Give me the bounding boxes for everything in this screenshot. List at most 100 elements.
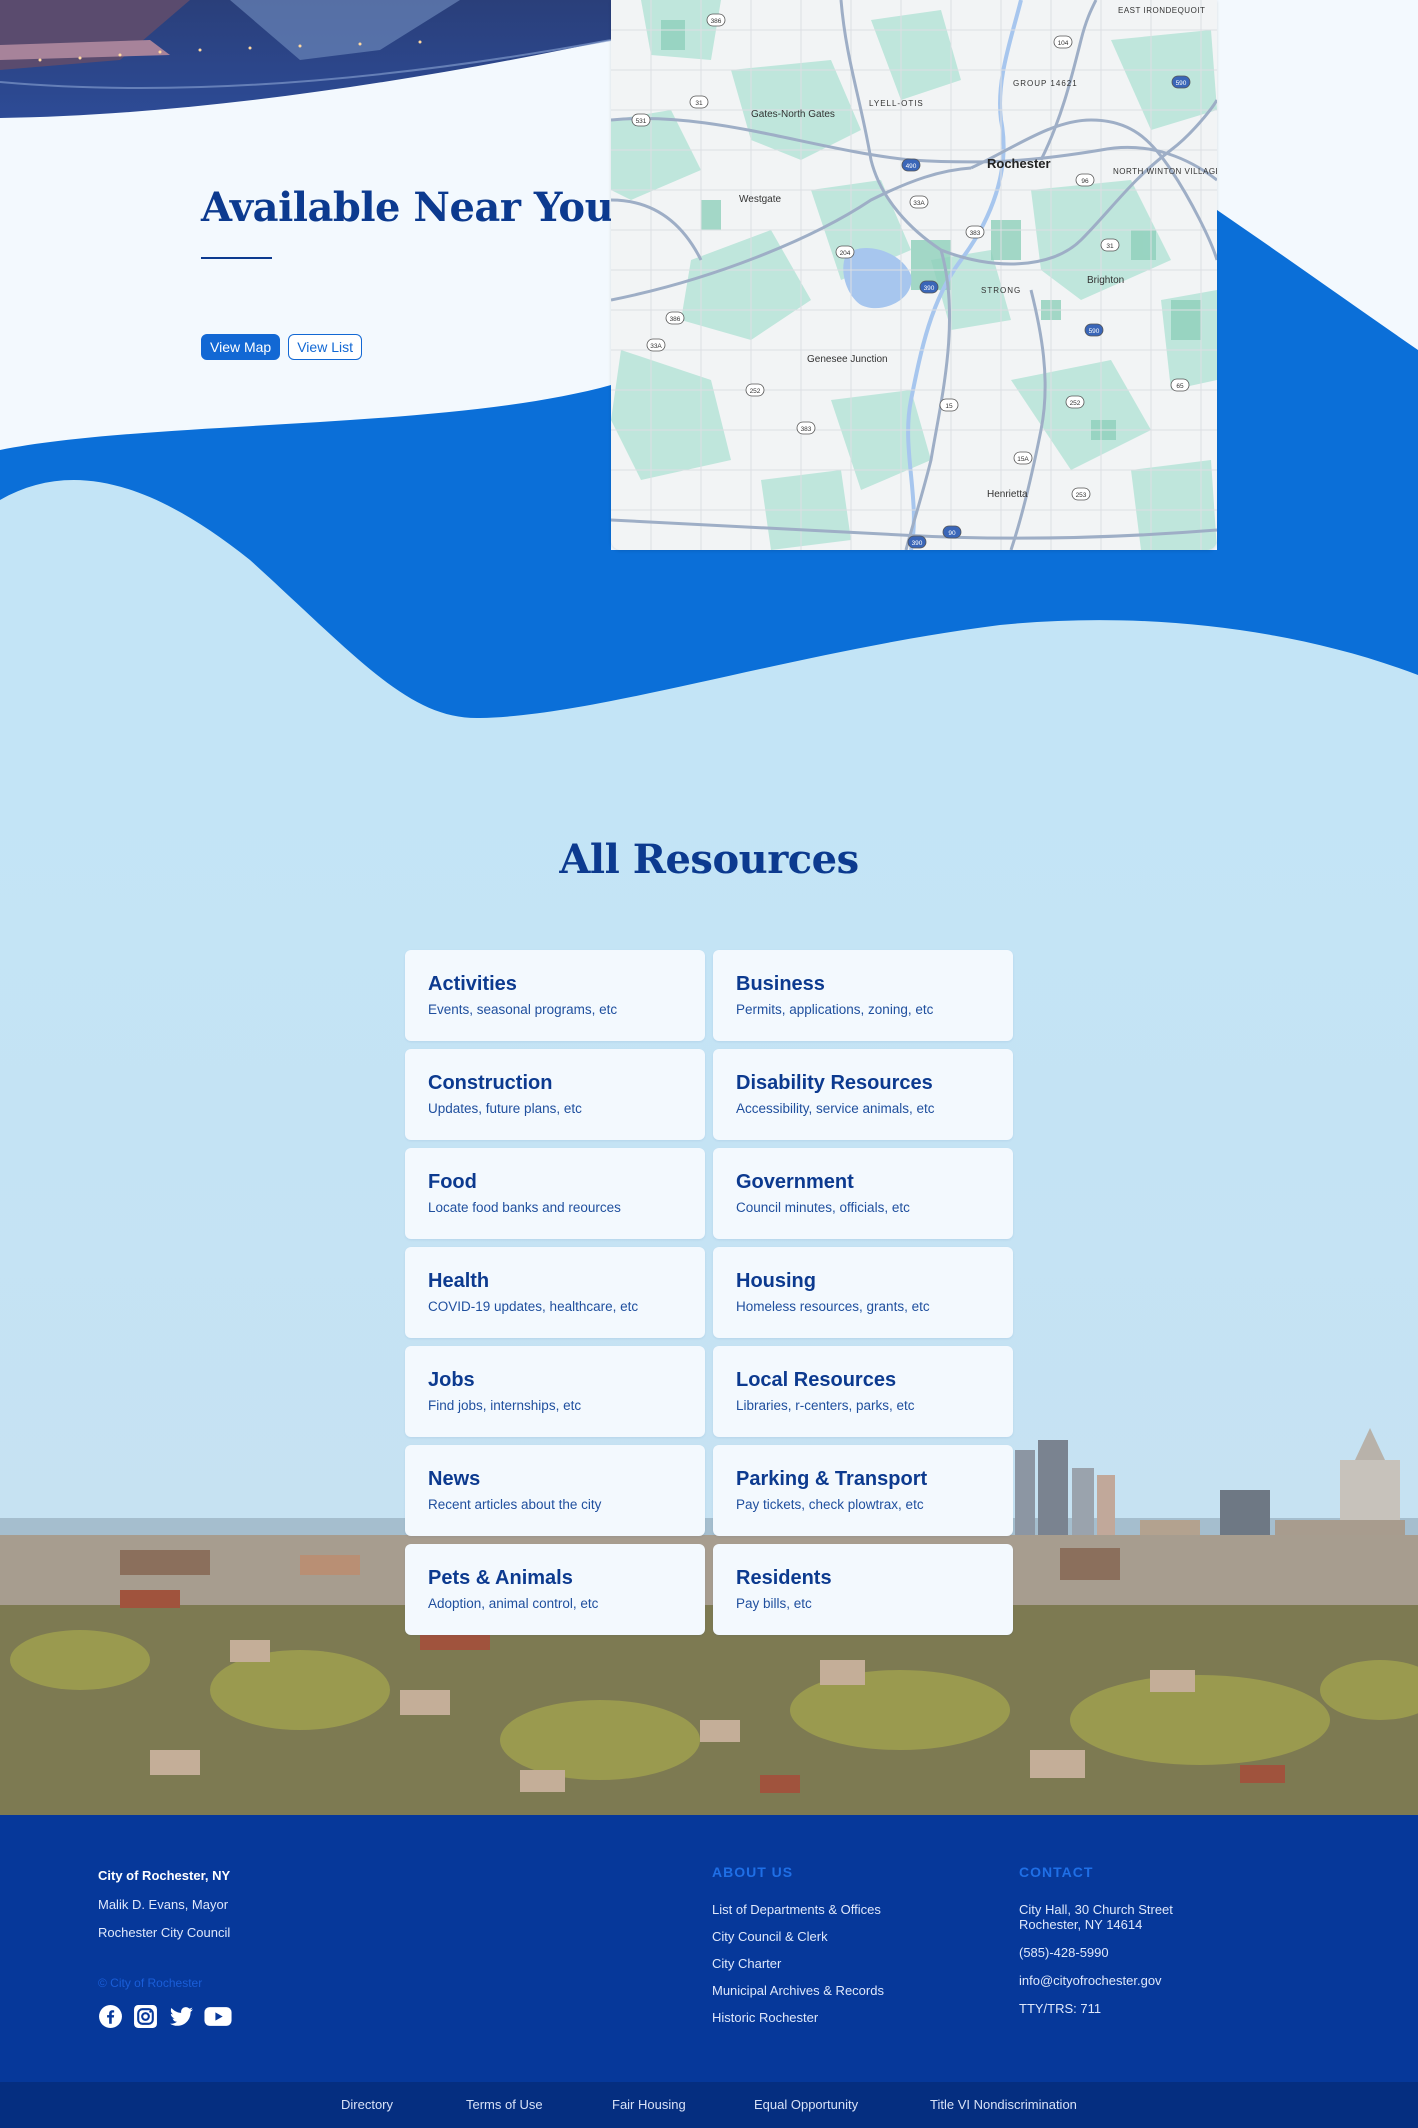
svg-text:65: 65 xyxy=(1176,383,1184,390)
resource-card-title: Disability Resources xyxy=(736,1072,933,1094)
resource-card-description: Accessibility, service animals, etc xyxy=(736,1101,935,1116)
resource-card[interactable]: Business Permits, applications, zoning, e… xyxy=(713,950,1013,1041)
resource-card-description: Council minutes, officials, etc xyxy=(736,1200,910,1215)
route-shield: 390 xyxy=(919,280,939,294)
svg-text:204: 204 xyxy=(840,250,851,257)
legal-link-equal-opportunity[interactable]: Equal Opportunity xyxy=(754,2082,858,2128)
footer-council[interactable]: Rochester City Council xyxy=(98,1925,233,1940)
resource-card[interactable]: Jobs Find jobs, internships, etc xyxy=(405,1346,705,1437)
map-label: EAST IRONDEQUOIT xyxy=(1118,6,1205,15)
legal-link-terms[interactable]: Terms of Use xyxy=(466,2082,543,2128)
resource-card[interactable]: Pets & Animals Adoption, animal control, … xyxy=(405,1544,705,1635)
resource-card[interactable]: Activities Events, seasonal programs, etc xyxy=(405,950,705,1041)
resource-card-title: Pets & Animals xyxy=(428,1567,573,1589)
hero-section: Available Near You View Map View List 38… xyxy=(0,0,1418,760)
route-shield: 104 xyxy=(1053,35,1073,49)
footer-address-line1: City Hall, 30 Church Street xyxy=(1019,1902,1173,1917)
resource-card-description: Adoption, animal control, etc xyxy=(428,1596,599,1611)
resource-card[interactable]: Government Council minutes, officials, et… xyxy=(713,1148,1013,1239)
svg-text:390: 390 xyxy=(912,540,923,547)
footer-about-column: ABOUT US List of Departments & Offices Ci… xyxy=(712,1864,884,2037)
route-shield: 252 xyxy=(1065,395,1085,409)
svg-text:386: 386 xyxy=(711,18,722,25)
map-label: Henrietta xyxy=(987,489,1028,500)
svg-text:252: 252 xyxy=(1070,400,1081,407)
night-bridge-photo xyxy=(0,0,611,118)
svg-text:90: 90 xyxy=(948,530,956,537)
map-label: Genesee Junction xyxy=(807,354,888,365)
route-shield: 31 xyxy=(1100,238,1120,252)
route-shield: 204 xyxy=(835,245,855,259)
route-shield: 96 xyxy=(1075,173,1095,187)
footer-about-heading: ABOUT US xyxy=(712,1864,794,1880)
svg-text:590: 590 xyxy=(1176,80,1187,87)
footer-about-links: List of Departments & Offices City Counci… xyxy=(712,1902,884,2025)
footer-about-link[interactable]: Municipal Archives & Records xyxy=(712,1983,884,1998)
resource-card-title: Government xyxy=(736,1171,854,1193)
footer-address-line2: Rochester, NY 14614 xyxy=(1019,1917,1143,1932)
footer-about-link[interactable]: Historic Rochester xyxy=(712,2010,884,2025)
svg-text:386: 386 xyxy=(670,316,681,323)
resource-card-description: Pay tickets, check plowtrax, etc xyxy=(736,1497,924,1512)
legal-link-fair-housing[interactable]: Fair Housing xyxy=(612,2082,686,2128)
footer-phone[interactable]: (585)-428-5990 xyxy=(1019,1945,1173,1960)
resource-card-description: Permits, applications, zoning, etc xyxy=(736,1002,934,1017)
resource-card-title: Parking & Transport xyxy=(736,1468,928,1490)
title-underline xyxy=(201,257,272,259)
footer-about-link[interactable]: City Charter xyxy=(712,1956,884,1971)
resources-grid: Activities Events, seasonal programs, etc… xyxy=(405,950,1013,1635)
resource-card-description: Events, seasonal programs, etc xyxy=(428,1002,618,1017)
route-shield: 383 xyxy=(965,225,985,239)
footer-about-link[interactable]: List of Departments & Offices xyxy=(712,1902,884,1917)
resource-card[interactable]: Housing Homeless resources, grants, etc xyxy=(713,1247,1013,1338)
route-shield: 33A xyxy=(646,338,666,352)
map-panel[interactable]: 386 104 590 31 531 490 33A 383 204 390 590 386 33A 25… xyxy=(611,0,1217,550)
footer-about-link[interactable]: City Council & Clerk xyxy=(712,1929,884,1944)
svg-text:253: 253 xyxy=(1076,492,1087,499)
youtube-icon[interactable] xyxy=(203,2004,233,2029)
route-shield: 390 xyxy=(907,535,927,549)
svg-text:33A: 33A xyxy=(913,200,925,207)
resource-card[interactable]: Health COVID-19 updates, healthcare, etc xyxy=(405,1247,705,1338)
view-map-button[interactable]: View Map xyxy=(201,334,281,360)
footer-contact-column: CONTACT City Hall, 30 Church Street Roch… xyxy=(1019,1864,1173,2016)
legal-bar: Directory Terms of Use Fair Housing Equa… xyxy=(0,2082,1418,2128)
route-shield: 15A xyxy=(1013,451,1033,465)
footer-email[interactable]: info@cityofrochester.gov xyxy=(1019,1973,1173,1988)
resource-card[interactable]: Local Resources Libraries, r-centers, par… xyxy=(713,1346,1013,1437)
resource-card-title: Business xyxy=(736,973,825,995)
route-shield: 253 xyxy=(1071,487,1091,501)
resource-card[interactable]: Food Locate food banks and reources xyxy=(405,1148,705,1239)
view-list-button[interactable]: View List xyxy=(288,334,362,360)
site-footer: City of Rochester, NY Malik D. Evans, Ma… xyxy=(0,1815,1418,2082)
resource-card[interactable]: Parking & Transport Pay tickets, check pl… xyxy=(713,1445,1013,1536)
instagram-icon[interactable] xyxy=(133,2004,158,2029)
svg-text:252: 252 xyxy=(750,388,761,395)
resource-card-description: COVID-19 updates, healthcare, etc xyxy=(428,1299,639,1314)
map-canvas[interactable]: 386 104 590 31 531 490 33A 383 204 390 590 386 33A 25… xyxy=(611,0,1217,550)
svg-text:104: 104 xyxy=(1058,40,1069,47)
resource-card[interactable]: Residents Pay bills, etc xyxy=(713,1544,1013,1635)
map-label: Gates-North Gates xyxy=(751,109,835,120)
resource-card-description: Pay bills, etc xyxy=(736,1596,812,1611)
section-title: Available Near You xyxy=(201,184,614,231)
svg-text:490: 490 xyxy=(906,163,917,170)
route-shield: 590 xyxy=(1171,75,1191,89)
twitter-icon[interactable] xyxy=(168,2004,193,2029)
resource-card-title: News xyxy=(428,1468,481,1490)
resource-card[interactable]: Disability Resources Accessibility, servi… xyxy=(713,1049,1013,1140)
resource-card[interactable]: Construction Updates, future plans, etc xyxy=(405,1049,705,1140)
facebook-icon[interactable] xyxy=(98,2004,123,2029)
resource-card[interactable]: News Recent articles about the city xyxy=(405,1445,705,1536)
resource-card-title: Activities xyxy=(428,973,517,995)
resource-card-description: Find jobs, internships, etc xyxy=(428,1398,582,1413)
footer-org-column: City of Rochester, NY Malik D. Evans, Ma… xyxy=(98,1868,233,2029)
footer-contact-heading: CONTACT xyxy=(1019,1864,1094,1880)
route-shield: 386 xyxy=(706,13,726,27)
resource-card-title: Residents xyxy=(736,1567,832,1589)
legal-link-directory[interactable]: Directory xyxy=(341,2082,393,2128)
legal-link-title-vi[interactable]: Title VI Nondiscrimination xyxy=(930,2082,1077,2128)
svg-text:531: 531 xyxy=(636,118,647,125)
footer-tty: TTY/TRS: 711 xyxy=(1019,2001,1102,2016)
route-shield: 531 xyxy=(631,113,651,127)
